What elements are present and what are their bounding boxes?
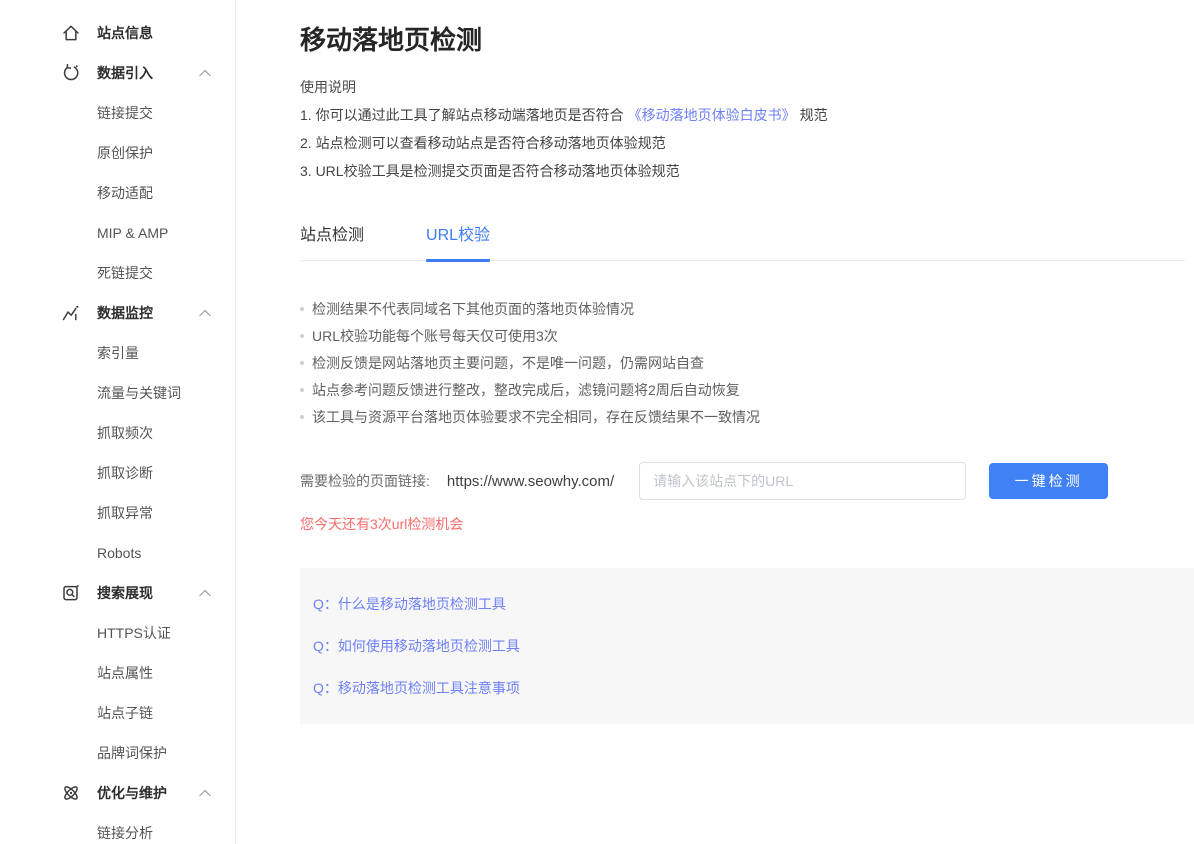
url-input-label: 需要检验的页面链接: [300,471,430,491]
sidebar-item-site-attributes[interactable]: 站点属性 [0,653,235,693]
sidebar-item-site-sublinks[interactable]: 站点子链 [0,693,235,733]
sidebar-item-index-volume[interactable]: 索引量 [0,333,235,373]
sidebar-item-original-protection[interactable]: 原创保护 [0,133,235,173]
chevron-up-icon [199,790,211,797]
tab-bar: 站点检测 URL校验 [300,226,1185,261]
sidebar-item-dead-link-submit[interactable]: 死链提交 [0,253,235,293]
usage-heading: 使用说明 [300,80,1185,95]
usage-line-1: 1. 你可以通过此工具了解站点移动端落地页是否符合《移动落地页体验白皮书》规范 [300,108,1185,123]
sidebar-item-link-analysis[interactable]: 链接分析 [0,813,235,844]
bullet-dot [300,415,304,419]
sidebar-item-site-info[interactable]: 站点信息 [0,13,235,53]
data-import-icon [60,62,82,84]
usage-line-1-suffix: 规范 [800,107,828,123]
sidebar-section-label: 搜索展现 [97,583,153,603]
note-item: 检测结果不代表同域名下其他页面的落地页体验情况 [300,295,1185,322]
sidebar-section-data-import[interactable]: 数据引入 [0,53,235,93]
quota-notice: 您今天还有3次url检测机会 [300,517,1185,532]
sidebar-item-crawl-diagnosis[interactable]: 抓取诊断 [0,453,235,493]
faq-link-what-is[interactable]: Q：什么是移动落地页检测工具 [313,597,1174,612]
usage-line-1-text: 1. 你可以通过此工具了解站点移动端落地页是否符合 [300,107,624,123]
sidebar-item-crawl-frequency[interactable]: 抓取频次 [0,413,235,453]
note-item: 该工具与资源平台落地页体验要求不完全相同，存在反馈结果不一致情况 [300,403,1185,430]
chevron-up-icon [199,590,211,597]
note-item: URL校验功能每个账号每天仅可使用3次 [300,322,1185,349]
search-display-icon [60,582,82,604]
note-item: 站点参考问题反馈进行整改，整改完成后，滤镜问题将2周后自动恢复 [300,376,1185,403]
sidebar-item-robots[interactable]: Robots [0,533,235,573]
sidebar-section-search-display[interactable]: 搜索展现 [0,573,235,613]
page-title: 移动落地页检测 [300,25,1185,55]
bullet-dot [300,388,304,392]
sidebar-section-optimize-maintain[interactable]: 优化与维护 [0,773,235,813]
bullet-dot [300,307,304,311]
note-text: 检测结果不代表同域名下其他页面的落地页体验情况 [312,299,634,319]
home-icon [60,22,82,44]
usage-line-2: 2. 站点检测可以查看移动站点是否符合移动落地页体验规范 [300,136,1185,151]
note-text: 该工具与资源平台落地页体验要求不完全相同，存在反馈结果不一致情况 [312,407,760,427]
url-input[interactable] [639,462,966,500]
sidebar: 站点信息 数据引入 链接提交 原创保护 移动适配 MIP & AMP 死链提交 [0,0,236,844]
sidebar-section-label: 数据监控 [97,303,153,323]
one-click-check-button[interactable]: 一键检测 [989,463,1108,499]
bullet-dot [300,361,304,365]
sidebar-item-mip-amp[interactable]: MIP & AMP [0,213,235,253]
notes-list: 检测结果不代表同域名下其他页面的落地页体验情况 URL校验功能每个账号每天仅可使… [300,295,1185,430]
site-url-prefix: https://www.seowhy.com/ [447,473,614,490]
chevron-up-icon [199,70,211,77]
usage-line-3: 3. URL校验工具是检测提交页面是否符合移动落地页体验规范 [300,164,1185,179]
chevron-up-icon [199,310,211,317]
main-content: 移动落地页检测 使用说明 1. 你可以通过此工具了解站点移动端落地页是否符合《移… [236,0,1194,844]
sidebar-item-brand-protection[interactable]: 品牌词保护 [0,733,235,773]
sidebar-item-mobile-adaptation[interactable]: 移动适配 [0,173,235,213]
tab-url-verify[interactable]: URL校验 [426,226,490,260]
optimize-icon [60,782,82,804]
sidebar-section-data-monitor[interactable]: 数据监控 [0,293,235,333]
tab-site-check[interactable]: 站点检测 [300,226,364,260]
sidebar-item-crawl-anomaly[interactable]: 抓取异常 [0,493,235,533]
sidebar-item-https-cert[interactable]: HTTPS认证 [0,613,235,653]
url-check-form: 需要检验的页面链接: https://www.seowhy.com/ 一键检测 [300,462,1185,500]
faq-link-how-to-use[interactable]: Q：如何使用移动落地页检测工具 [313,639,1174,654]
sidebar-item-traffic-keywords[interactable]: 流量与关键词 [0,373,235,413]
faq-panel: Q：什么是移动落地页检测工具 Q：如何使用移动落地页检测工具 Q：移动落地页检测… [300,568,1194,724]
data-monitor-icon [60,302,82,324]
note-text: 检测反馈是网站落地页主要问题，不是唯一问题，仍需网站自查 [312,353,704,373]
faq-link-notes[interactable]: Q：移动落地页检测工具注意事项 [313,681,1174,696]
note-item: 检测反馈是网站落地页主要问题，不是唯一问题，仍需网站自查 [300,349,1185,376]
bullet-dot [300,334,304,338]
whitepaper-link[interactable]: 《移动落地页体验白皮书》 [628,107,796,123]
note-text: URL校验功能每个账号每天仅可使用3次 [312,326,558,346]
note-text: 站点参考问题反馈进行整改，整改完成后，滤镜问题将2周后自动恢复 [312,380,740,400]
sidebar-section-label: 数据引入 [97,63,153,83]
sidebar-item-link-submit[interactable]: 链接提交 [0,93,235,133]
sidebar-section-label: 优化与维护 [97,783,167,803]
sidebar-item-label: 站点信息 [97,23,153,43]
